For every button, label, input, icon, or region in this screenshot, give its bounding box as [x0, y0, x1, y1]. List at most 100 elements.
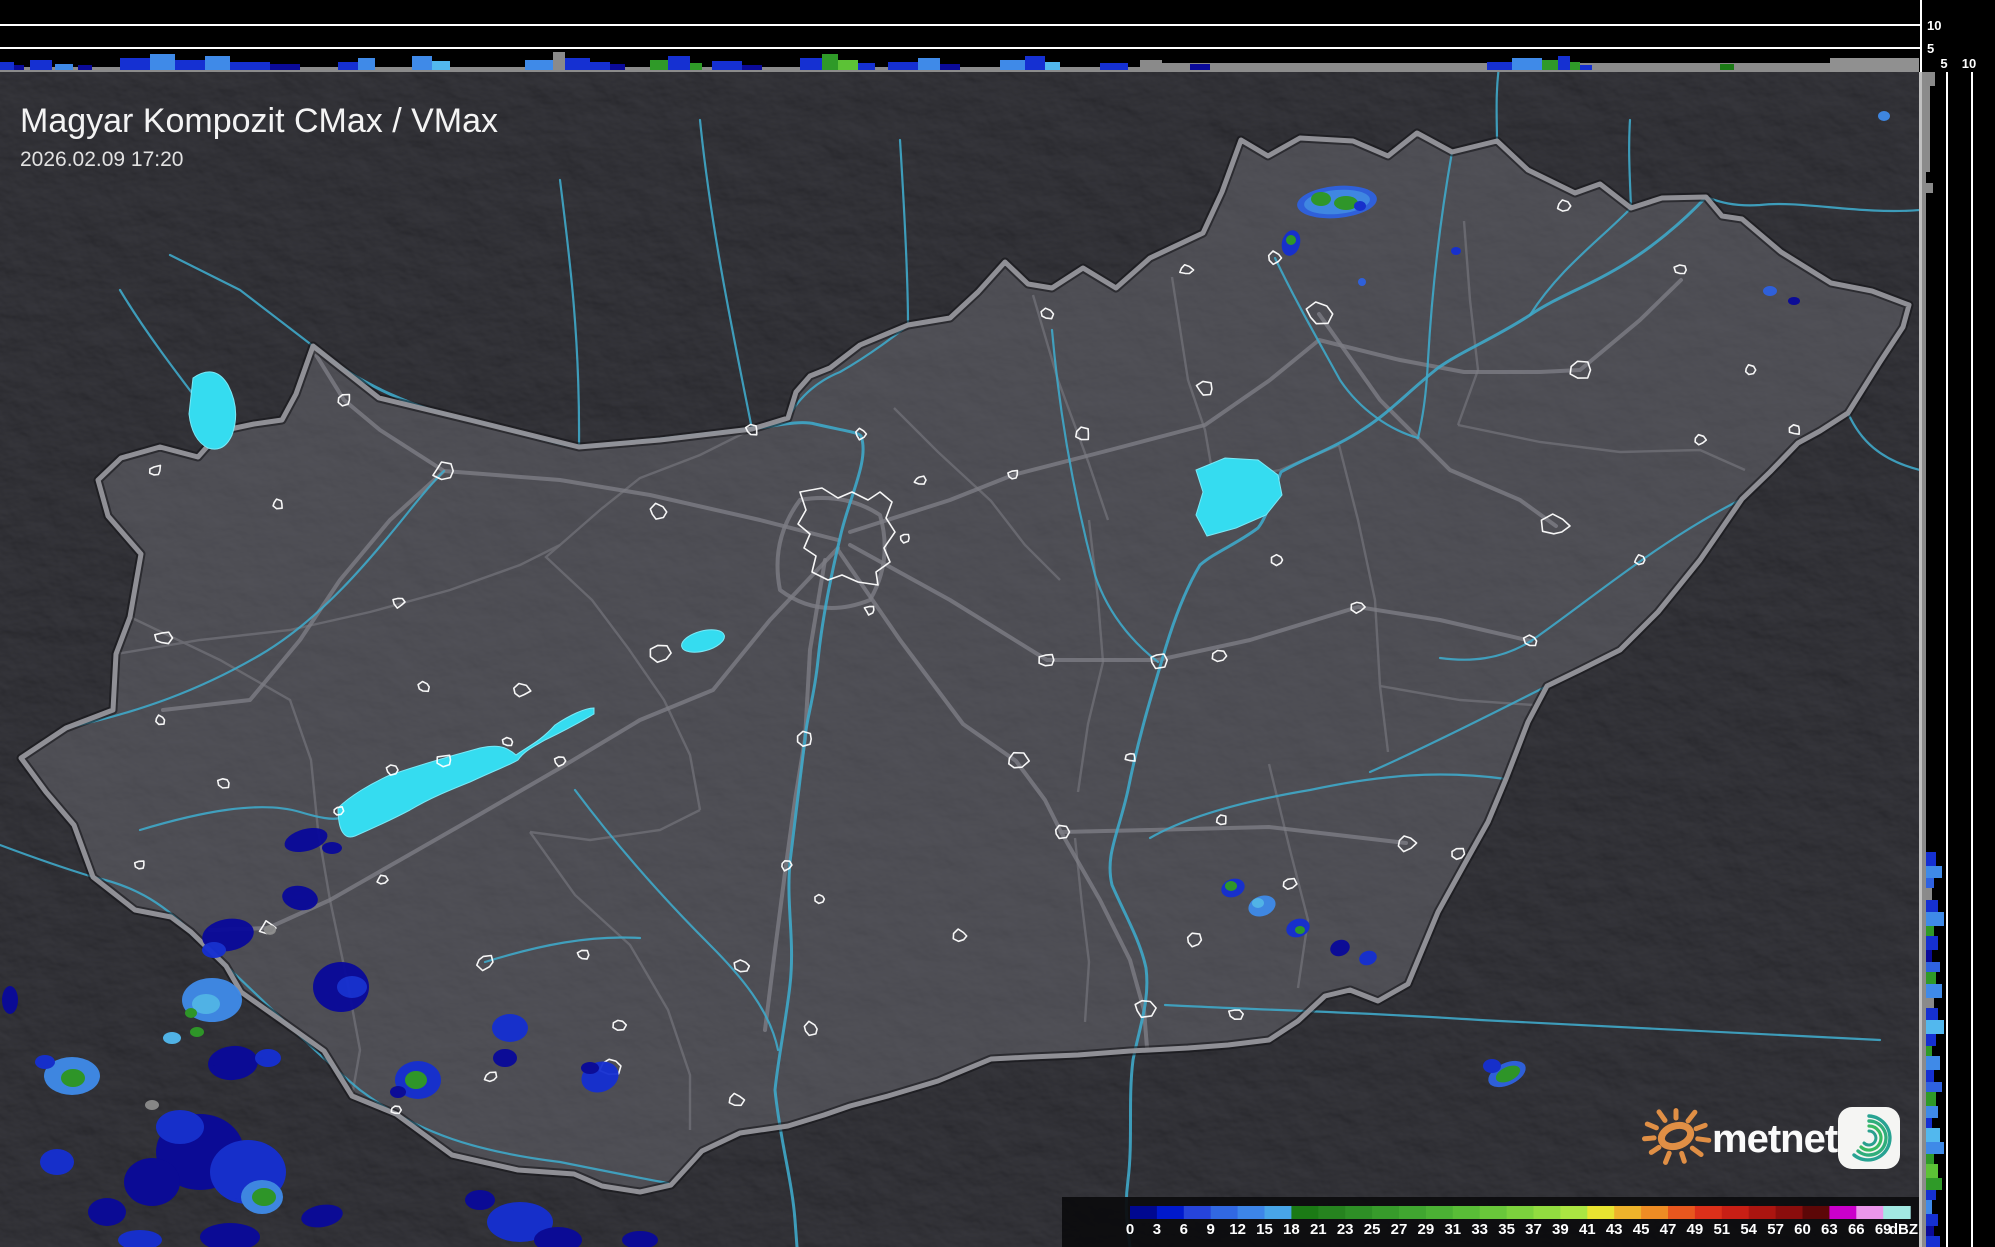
precipitation-echo [1788, 297, 1800, 305]
legend-tick-label: 39 [1552, 1221, 1569, 1238]
precipitation-echo [322, 842, 342, 854]
right-echo-pixel [1926, 998, 1934, 1008]
right-echo-pixel [1926, 1092, 1936, 1106]
sun-ray [1679, 1150, 1687, 1164]
top-panel-label-5km: 5 [1927, 41, 1934, 56]
right-echo-pixel [1926, 1070, 1934, 1082]
right-echo-pixel [1926, 936, 1938, 950]
top-echo-pixel [712, 61, 742, 70]
precipitation-echo [264, 925, 276, 935]
right-echo-pixel [1926, 888, 1932, 902]
right-echo-pixel [1926, 1190, 1936, 1200]
right-cross-section: 5 10 [1919, 56, 1995, 1247]
sun-ray [1695, 1136, 1712, 1143]
precipitation-echo [40, 1149, 74, 1175]
precipitation-echo [88, 1198, 126, 1226]
legend-tick-label: 25 [1364, 1221, 1381, 1238]
legend-tick-label: 31 [1444, 1221, 1461, 1238]
legend-tick-label: 29 [1418, 1221, 1435, 1238]
legend-tick-label: 0 [1126, 1221, 1134, 1238]
legend-swatch [1237, 1206, 1266, 1219]
top-echo-pixel [78, 65, 92, 70]
precipitation-echo [492, 1014, 528, 1042]
precipitation-echo [145, 1100, 159, 1110]
top-echo-pixel [55, 64, 73, 70]
right-echo-pixel [1926, 1106, 1938, 1118]
legend-swatch [1883, 1206, 1911, 1219]
right-echo-pixel [1926, 1082, 1942, 1092]
top-echo-pixel [1000, 60, 1025, 70]
legend: 0 3 6 9 12 15 18 21 23 25 27 29 31 33 35 37 39 41 43 45 47 49… [1062, 1197, 1919, 1247]
legend-tick-label: 37 [1525, 1221, 1542, 1238]
right-echo-pixel [1926, 950, 1932, 962]
top-echo-pixel [610, 64, 625, 70]
legend-tick-label: 3 [1153, 1221, 1161, 1238]
right-panel-5km-line [1946, 72, 1948, 1247]
legend-tick-label: 9 [1207, 1221, 1215, 1238]
top-echo-pixel [822, 54, 838, 70]
legend-swatch [1829, 1206, 1857, 1219]
right-echo-pixel [1926, 1142, 1944, 1154]
legend-swatch [1479, 1206, 1508, 1219]
precipitation-echo [163, 1032, 181, 1044]
legend-tick-label: 60 [1794, 1221, 1811, 1238]
precipitation-echo [202, 942, 226, 958]
top-panel-divider [1920, 0, 1922, 72]
precipitation-echo [1311, 192, 1331, 206]
legend-swatch [1130, 1206, 1158, 1219]
legend-swatch [1694, 1206, 1723, 1219]
precipitation-echo [390, 1086, 406, 1098]
legend-labels: 0 3 6 9 12 15 18 21 23 25 27 29 31 33 35 37 39 41 43 45 47 49… [1126, 1221, 1892, 1238]
precipitation-echo [190, 1027, 204, 1037]
right-echo-pixel [1926, 1118, 1932, 1128]
top-echo-pixel [230, 62, 270, 70]
top-echo-pixel [0, 62, 14, 70]
precipitation-echo [1878, 111, 1890, 121]
top-echo-pixel [565, 58, 590, 70]
legend-swatch [1721, 1206, 1750, 1219]
timestamp: 2026.02.09 17:20 [20, 148, 184, 171]
legend-tick-label: 27 [1391, 1221, 1408, 1238]
top-echo-pixel [1542, 60, 1558, 70]
legend-tick-label: 54 [1740, 1221, 1757, 1238]
right-echo-pixel [1926, 1020, 1944, 1034]
legend-unit: dBZ [1889, 1221, 1918, 1238]
right-echo-pixel [1926, 866, 1942, 878]
precipitation-echo [337, 976, 367, 998]
legend-swatch [1345, 1206, 1373, 1219]
top-echo-pixel [918, 58, 940, 70]
legend-swatch [1641, 1206, 1669, 1219]
legend-swatch [1802, 1206, 1830, 1219]
legend-tick-label: 12 [1229, 1221, 1246, 1238]
right-panel-label-5km: 5 [1940, 56, 1947, 71]
right-echo-pixel [1926, 72, 1935, 86]
top-echo-pixel [1570, 62, 1580, 70]
precipitation-echo [493, 1049, 517, 1067]
right-echo-pixel [1926, 1154, 1934, 1164]
right-echo-pixel [1926, 1164, 1938, 1178]
top-panel-10km-line [0, 24, 1921, 26]
precipitation-echo [1451, 247, 1461, 255]
legend-swatch [1560, 1206, 1588, 1219]
top-echo-pixel [1720, 64, 1734, 70]
top-echo-pixel [1558, 56, 1570, 70]
precipitation-echo [1334, 196, 1358, 210]
precipitation-echo [185, 1008, 197, 1018]
radar-app-window: 10 5 5 10 Magyar Kompozit CMax / VMax 20… [0, 0, 1995, 1247]
top-echo-pixel [150, 54, 175, 70]
top-echo-pixel [1487, 62, 1512, 70]
legend-tick-label: 49 [1687, 1221, 1704, 1238]
legend-tick-label: 66 [1848, 1221, 1865, 1238]
top-echo-pixel [205, 56, 230, 70]
right-echo-pixel [1926, 926, 1934, 936]
sun-ray [1693, 1122, 1708, 1132]
top-echo-pixel [175, 60, 205, 70]
legend-tick-label: 33 [1471, 1221, 1488, 1238]
precipitation-echo [35, 1055, 55, 1069]
precipitation-echo [1295, 926, 1305, 934]
right-echo-pixel [1926, 900, 1938, 912]
legend-swatch [1614, 1206, 1642, 1219]
right-echo-pixel [1926, 1034, 1936, 1046]
precipitation-echo [61, 1069, 85, 1087]
right-echo-pixel [1926, 852, 1936, 866]
